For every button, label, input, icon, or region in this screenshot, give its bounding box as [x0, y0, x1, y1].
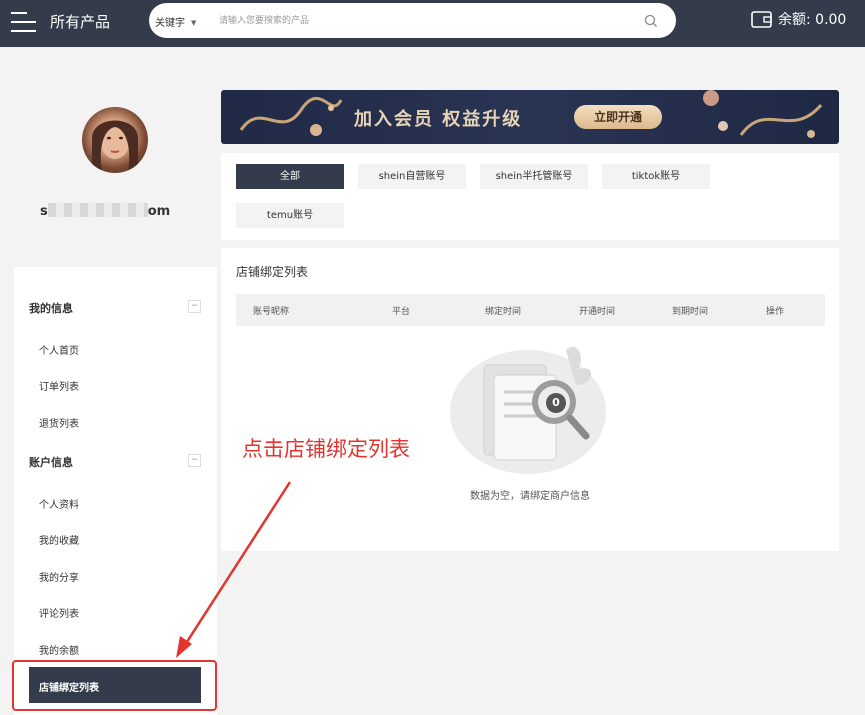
- collapse-icon[interactable]: −: [188, 454, 201, 467]
- filter-shein-semi-managed[interactable]: shein半托管账号: [480, 164, 588, 189]
- sidebar-item-shares[interactable]: 我的分享: [39, 569, 79, 584]
- username-end: om: [147, 204, 171, 219]
- search-type-label: 关键字: [155, 18, 185, 29]
- column-header: 平台: [392, 307, 411, 317]
- column-header: 绑定时间: [485, 307, 522, 317]
- sidebar-group-account-info[interactable]: 账户信息: [29, 454, 73, 470]
- membership-banner[interactable]: 加入会员 权益升级 立即开通: [221, 90, 839, 144]
- annotation-text: 点击店铺绑定列表: [242, 437, 410, 461]
- sidebar-item-profile[interactable]: 个人资料: [39, 496, 79, 511]
- column-header: 到期时间: [672, 307, 709, 317]
- balance-text: 余额: 0.00: [778, 12, 847, 28]
- search-icon[interactable]: [644, 14, 658, 28]
- search-input[interactable]: [219, 11, 639, 31]
- platform-filter-bar: 全部 shein自营账号 shein半托管账号 tiktok账号 temu账号: [221, 153, 839, 240]
- username: s om: [40, 203, 170, 219]
- store-binding-panel: 店铺绑定列表 账号昵称 平台 绑定时间 开通时间 到期时间 操作 0 数据为空，…: [221, 248, 839, 551]
- activate-membership-button[interactable]: 立即开通: [574, 105, 662, 129]
- panel-title: 店铺绑定列表: [236, 265, 309, 279]
- column-header: 账号昵称: [253, 307, 290, 317]
- avatar[interactable]: [82, 107, 148, 173]
- balance-display[interactable]: 余额: 0.00: [751, 9, 846, 29]
- table-header: 账号昵称 平台 绑定时间 开通时间 到期时间 操作: [236, 294, 825, 326]
- filter-tiktok[interactable]: tiktok账号: [602, 164, 710, 189]
- collapse-icon[interactable]: −: [188, 300, 201, 313]
- username-start: s: [40, 204, 48, 219]
- hamburger-menu-icon[interactable]: [11, 10, 36, 34]
- sidebar-item-returns[interactable]: 退货列表: [39, 415, 79, 430]
- search-type-dropdown[interactable]: 关键字 ▼: [155, 14, 196, 29]
- column-header: 开通时间: [579, 307, 616, 317]
- wallet-icon: [751, 11, 772, 28]
- sidebar-item-balance[interactable]: 我的余额: [39, 642, 79, 657]
- empty-state-text: 数据为空，请绑定商户信息: [470, 491, 590, 502]
- username-redacted: [47, 203, 148, 217]
- banner-decoration: [239, 90, 823, 138]
- empty-count-badge: 0: [546, 393, 566, 413]
- filter-all[interactable]: 全部: [236, 164, 344, 189]
- search-bar: 关键字 ▼: [149, 3, 676, 38]
- banner-title: 加入会员 权益升级: [354, 109, 523, 130]
- filter-shein-self-operated[interactable]: shein自营账号: [358, 164, 466, 189]
- sidebar-item-personal-home[interactable]: 个人首页: [39, 342, 79, 357]
- all-products-title[interactable]: 所有产品: [50, 11, 110, 32]
- sidebar: 我的信息 − 个人首页 订单列表 退货列表 账户信息 − 个人资料 我的收藏 我…: [14, 267, 217, 715]
- sidebar-group-my-info[interactable]: 我的信息: [29, 300, 73, 316]
- filter-temu[interactable]: temu账号: [236, 203, 344, 228]
- empty-data-illustration: [450, 346, 606, 474]
- sidebar-item-favorites[interactable]: 我的收藏: [39, 532, 79, 547]
- caret-down-icon: ▼: [191, 19, 197, 27]
- avatar-face-image: [92, 120, 138, 173]
- sidebar-item-orders[interactable]: 订单列表: [39, 378, 79, 393]
- column-header: 操作: [766, 307, 785, 317]
- top-header: 所有产品 关键字 ▼ 余额: 0.00: [0, 0, 865, 47]
- annotation-highlight-box: [12, 660, 217, 711]
- sidebar-item-reviews[interactable]: 评论列表: [39, 605, 79, 620]
